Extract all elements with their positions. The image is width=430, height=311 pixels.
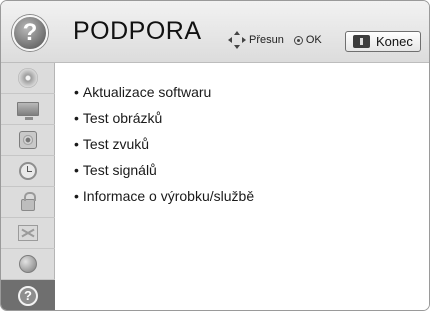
globe-icon <box>19 255 37 273</box>
sidebar-item-lock[interactable] <box>1 187 55 218</box>
exit-button[interactable]: Konec <box>345 31 421 52</box>
menu-item-product-info[interactable]: • Informace o výrobku/službě <box>74 186 254 206</box>
settings-sidebar: ? <box>1 63 55 310</box>
menu-item-label: Informace o výrobku/službě <box>82 188 255 204</box>
sidebar-item-picture[interactable] <box>1 94 55 125</box>
clock-icon <box>19 162 37 180</box>
menu-item-label: Test obrázků <box>82 110 163 126</box>
menu-item-sound-test[interactable]: • Test zvuků <box>74 134 149 154</box>
menu-item-label: Test zvuků <box>82 136 150 152</box>
hint-move-label: Přesun <box>249 34 284 46</box>
menu-item-software-update[interactable]: • Aktualizace softwaru <box>74 82 211 102</box>
bullet: • <box>74 136 79 152</box>
lock-icon <box>21 192 36 211</box>
disc-icon <box>18 68 38 88</box>
bullet: • <box>74 162 79 178</box>
help-icon: ? <box>18 286 38 306</box>
support-menu-window: ? PODPORA Přesun OK Konec ? • Aktualizac… <box>0 0 430 311</box>
sidebar-item-network[interactable] <box>1 249 55 280</box>
hint-ok-label: OK <box>305 34 322 46</box>
menu-item-label: Test signálů <box>82 162 157 178</box>
menu-item-signal-test[interactable]: • Test signálů <box>74 160 157 180</box>
navigation-hint: Přesun OK <box>228 31 322 49</box>
exit-key-icon <box>353 35 370 48</box>
exit-button-label: Konec <box>376 34 413 49</box>
bullet: • <box>74 110 79 126</box>
screen-icon <box>17 102 39 120</box>
sidebar-item-audio[interactable] <box>1 125 55 156</box>
header-bar: ? PODPORA Přesun OK Konec <box>1 1 429 63</box>
bullet: • <box>74 188 79 204</box>
flag-icon <box>18 225 38 241</box>
bullet: • <box>74 84 79 100</box>
menu-item-label: Aktualizace softwaru <box>82 84 212 100</box>
sidebar-item-support[interactable]: ? <box>1 280 55 310</box>
sidebar-item-time[interactable] <box>1 156 55 187</box>
speaker-icon <box>19 131 37 149</box>
move-arrows-icon <box>228 31 246 49</box>
menu-item-picture-test[interactable]: • Test obrázků <box>74 108 162 128</box>
sidebar-item-disc[interactable] <box>1 63 55 94</box>
support-menu-list: • Aktualizace softwaru • Test obrázků • Tes… <box>56 63 429 310</box>
ok-button-icon <box>293 35 303 45</box>
sidebar-item-language[interactable] <box>1 218 55 249</box>
help-icon: ? <box>12 15 48 51</box>
page-title: PODPORA <box>73 17 202 45</box>
